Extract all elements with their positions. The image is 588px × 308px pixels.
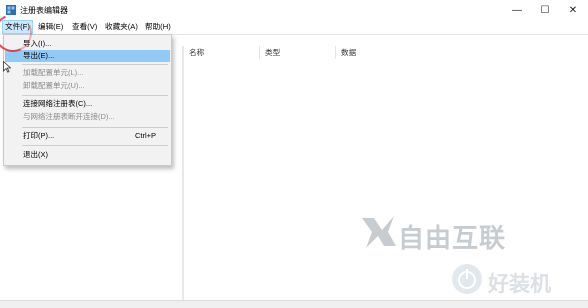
close-button[interactable]: ✕ [556,0,588,20]
watermark-logo-2: 好装机 [450,262,588,302]
menu-separator [22,64,168,65]
menu-item-load-hive-label: 加载配置单元(L)... [23,68,84,77]
menu-item-connect-network[interactable]: 连接网络注册表(C)... [5,98,170,110]
watermark-text-2: 好装机 [488,272,551,296]
column-header-type[interactable]: 类型 [260,46,336,59]
menu-item-export[interactable]: 导出(E)... [5,50,170,62]
menu-item-disconnect-network[interactable]: 与网络注册表断开连接(D)... [5,111,170,123]
registry-editor-window: 注册表编辑器 — ☐ ✕ 文件(F) 编辑(E) 查看(V) 收藏夹(A) 帮助… [0,0,588,308]
menu-item-print-shortcut: Ctrl+P [134,131,156,140]
watermark-logo: 自由互联 [358,214,548,254]
menu-item-load-hive[interactable]: 加载配置单元(L)... [5,67,170,79]
menu-item-disconnect-network-label: 与网络注册表断开连接(D)... [23,112,115,121]
watermark-text-1: 自由互联 [398,224,507,254]
menu-item-print-label: 打印(P)... [23,131,55,140]
menu-separator [22,127,168,128]
menu-help[interactable]: 帮助(H) [143,21,173,33]
window-title: 注册表编辑器 [20,6,68,15]
column-header-data[interactable]: 数据 [336,46,491,59]
menu-separator [22,145,168,146]
menu-item-print[interactable]: 打印(P)... Ctrl+P [5,130,170,142]
power-circle-icon [452,264,482,294]
menu-separator [22,95,168,96]
file-dropdown-menu: 导入(I)... 导出(E)... 加载配置单元(L)... 卸载配置单元(U)… [3,34,172,166]
column-header-name[interactable]: 名称 [184,46,260,59]
title-bar[interactable]: 注册表编辑器 — ☐ ✕ [0,0,588,20]
menu-view[interactable]: 查看(V) [70,21,99,33]
menu-item-export-label: 导出(E)... [23,51,55,60]
menu-bar: 文件(F) 编辑(E) 查看(V) 收藏夹(A) 帮助(H) [0,20,588,34]
menu-item-unload-hive[interactable]: 卸载配置单元(U)... [5,80,170,92]
menu-item-exit[interactable]: 退出(X) [5,149,170,161]
menu-edit[interactable]: 编辑(E) [36,21,65,33]
menu-item-exit-label: 退出(X) [23,150,48,159]
menu-item-unload-hive-label: 卸载配置单元(U)... [23,81,85,90]
menu-favorites[interactable]: 收藏夹(A) [103,21,140,33]
menu-item-connect-network-label: 连接网络注册表(C)... [23,99,93,108]
x-logo-icon [362,216,396,248]
mouse-cursor-icon [3,61,11,73]
